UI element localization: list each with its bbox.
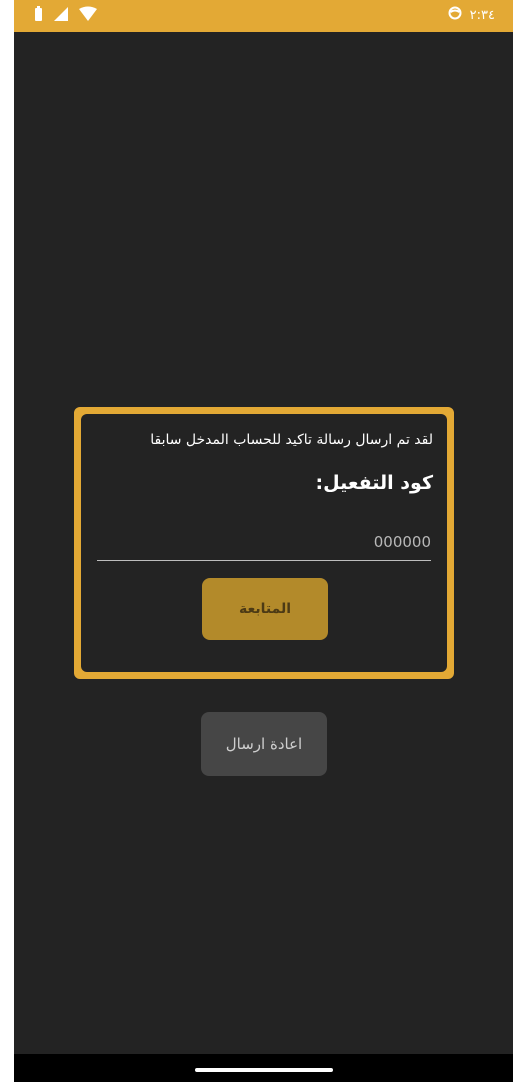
home-indicator[interactable] (195, 1068, 333, 1072)
notification-circle-icon (448, 6, 462, 24)
signal-icon (53, 6, 69, 26)
status-bar: ٢:٣٤ (14, 0, 513, 32)
resend-button[interactable]: اعادة ارسال (201, 712, 327, 776)
continue-button[interactable]: المتابعة (202, 578, 328, 640)
confirmation-message: لقد تم ارسال رسالة تاكيد للحساب المدخل س… (150, 432, 433, 448)
status-icons-left (34, 6, 97, 26)
wifi-icon (79, 6, 97, 26)
status-time: ٢:٣٤ (469, 7, 495, 23)
battery-icon (34, 6, 43, 26)
activation-card: لقد تم ارسال رسالة تاكيد للحساب المدخل س… (74, 407, 454, 679)
status-icons-right: ٢:٣٤ (448, 6, 495, 24)
activation-code-input[interactable] (97, 524, 431, 560)
activation-code-label: كود التفعيل: (315, 472, 433, 494)
app-screen: ٢:٣٤ لقد تم ارسال رسالة تاكيد للحساب الم… (14, 0, 513, 1082)
navigation-bar (14, 1054, 513, 1082)
activation-code-field (97, 524, 431, 561)
activation-card-body: لقد تم ارسال رسالة تاكيد للحساب المدخل س… (81, 414, 447, 672)
